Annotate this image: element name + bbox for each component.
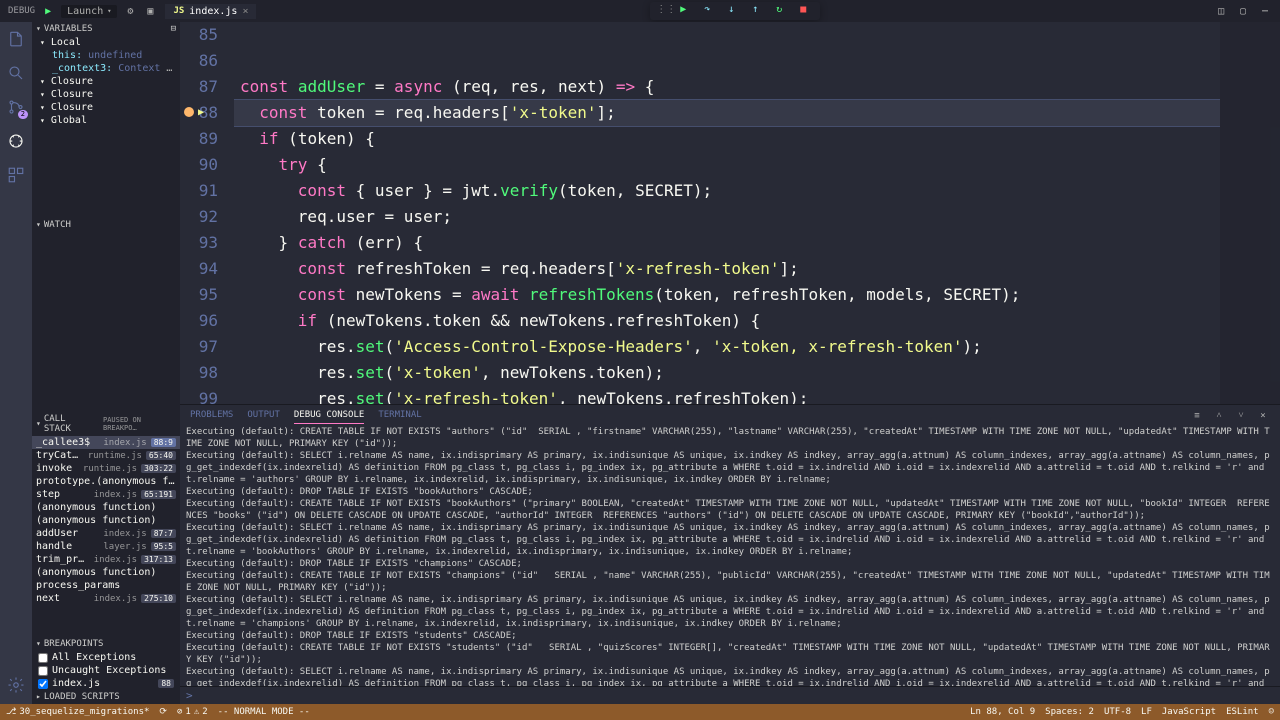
scm-badge: 2 (18, 110, 28, 119)
tab-filename: index.js (189, 6, 237, 17)
js-file-icon: JS (173, 6, 184, 16)
start-debug-icon[interactable]: ▶ (41, 4, 55, 18)
breakpoints-header[interactable]: ▾BREAKPOINTS (32, 637, 180, 651)
variable-item[interactable]: _context3: Context {tryEntri… (32, 62, 180, 75)
explorer-icon[interactable] (5, 28, 27, 50)
chevron-down-icon: ▾ (107, 7, 111, 15)
toggle-panel-icon[interactable]: ▢ (1236, 4, 1250, 18)
gear-icon[interactable]: ⚙ (123, 4, 137, 18)
indent-setting[interactable]: Spaces: 2 (1045, 707, 1094, 717)
debug-toolbar: ⋮⋮ ▶ ↷ ↓ ↑ ↻ ■ (650, 2, 820, 20)
editor-tab[interactable]: JS index.js × (165, 4, 256, 19)
breakpoint-checkbox[interactable] (38, 679, 48, 689)
more-icon[interactable]: ⋯ (1258, 4, 1272, 18)
panel-collapse-icon[interactable]: ˄ (1212, 409, 1226, 423)
callstack-frame[interactable]: handlelayer.js95:5 (32, 540, 180, 553)
eol[interactable]: LF (1141, 707, 1152, 717)
git-branch[interactable]: ⎇ 30_sequelize_migrations* (6, 707, 149, 717)
panel-filter-icon[interactable]: ≡ (1190, 409, 1204, 423)
callstack-status: PAUSED ON BREAKPO… (103, 416, 176, 432)
callstack-frame[interactable]: stepindex.js65:191 (32, 488, 180, 501)
close-tab-icon[interactable]: × (242, 6, 248, 17)
debug-label: DEBUG (8, 6, 35, 16)
breakpoint-item[interactable]: index.js88 (32, 677, 180, 690)
line-gutter[interactable]: 858687888990919293949596979899 (180, 22, 234, 404)
loaded-scripts-panel: ▸LOADED SCRIPTS (32, 690, 180, 704)
minimap[interactable] (1220, 22, 1280, 404)
debug-console-input[interactable]: > (180, 686, 1280, 704)
search-icon[interactable] (5, 62, 27, 84)
encoding[interactable]: UTF-8 (1104, 707, 1131, 717)
panel-tab[interactable]: DEBUG CONSOLE (294, 407, 364, 424)
panel-close-icon[interactable]: × (1256, 409, 1270, 423)
linter[interactable]: ESLint (1226, 707, 1259, 717)
debug-icon[interactable] (5, 130, 27, 152)
callstack-header[interactable]: ▾CALL STACKPAUSED ON BREAKPO… (32, 412, 180, 436)
status-bar: ⎇ 30_sequelize_migrations* ⟳ ⊘ 1 ⚠ 2 -- … (0, 704, 1280, 720)
continue-icon[interactable]: ▶ (680, 4, 694, 18)
feedback-icon[interactable]: ☺ (1269, 707, 1274, 717)
panel-tab[interactable]: OUTPUT (247, 407, 280, 424)
language-mode[interactable]: JavaScript (1162, 707, 1216, 717)
loaded-scripts-header[interactable]: ▸LOADED SCRIPTS (32, 690, 180, 704)
panel-tabs: PROBLEMSOUTPUTDEBUG CONSOLETERMINAL ≡ ˄ … (180, 405, 1280, 426)
drag-handle-icon[interactable]: ⋮⋮ (656, 4, 670, 18)
sync-icon[interactable]: ⟳ (159, 707, 167, 717)
breakpoints-panel: ▾BREAKPOINTS All ExceptionsUncaught Exce… (32, 637, 180, 690)
callstack-frame[interactable]: process_params (32, 579, 180, 592)
callstack-frame[interactable]: trim_prefixindex.js317:13 (32, 553, 180, 566)
step-out-icon[interactable]: ↑ (752, 4, 766, 18)
variable-scope[interactable]: ▾ Closure (32, 88, 180, 101)
cursor-position[interactable]: Ln 88, Col 9 (970, 707, 1035, 717)
panel-tab[interactable]: TERMINAL (378, 407, 421, 424)
settings-gear-icon[interactable] (5, 674, 27, 696)
breakpoint-checkbox[interactable] (38, 666, 48, 676)
variable-scope[interactable]: ▾ Global (32, 114, 180, 127)
debug-sidebar: ▾VARIABLES⊟ ▾ Localthis: undefined_conte… (32, 22, 180, 704)
panel-expand-icon[interactable]: ˅ (1234, 409, 1248, 423)
callstack-frame[interactable]: addUserindex.js87:7 (32, 527, 180, 540)
breakpoint-checkbox[interactable] (38, 653, 48, 663)
variable-item[interactable]: this: undefined (32, 49, 180, 62)
bottom-panel: PROBLEMSOUTPUTDEBUG CONSOLETERMINAL ≡ ˄ … (180, 404, 1280, 704)
variable-scope[interactable]: ▾ Closure (32, 101, 180, 114)
code-editor[interactable]: 858687888990919293949596979899 const add… (180, 22, 1280, 404)
callstack-frame[interactable]: (anonymous function) (32, 514, 180, 527)
callstack-frame[interactable]: tryCatchruntime.js65:40 (32, 449, 180, 462)
callstack-frame[interactable]: (anonymous function) (32, 501, 180, 514)
panel-tab[interactable]: PROBLEMS (190, 407, 233, 424)
console-icon[interactable]: ▣ (143, 4, 157, 18)
breakpoint-item[interactable]: All Exceptions (32, 651, 180, 664)
error-count[interactable]: ⊘ 1 ⚠ 2 (177, 707, 208, 717)
variables-header[interactable]: ▾VARIABLES⊟ (32, 22, 180, 36)
callstack-panel: ▾CALL STACKPAUSED ON BREAKPO… _callee3$i… (32, 412, 180, 637)
split-editor-icon[interactable]: ◫ (1214, 4, 1228, 18)
callstack-frame[interactable]: (anonymous function) (32, 566, 180, 579)
stop-icon[interactable]: ■ (800, 4, 814, 18)
callstack-frame[interactable]: nextindex.js275:10 (32, 592, 180, 605)
collapse-icon[interactable]: ⊟ (171, 24, 176, 34)
extensions-icon[interactable] (5, 164, 27, 186)
variable-scope[interactable]: ▾ Local (32, 36, 180, 49)
launch-config-select[interactable]: Launch ▾ (61, 5, 117, 18)
watch-header[interactable]: ▾WATCH (32, 218, 180, 232)
variable-scope[interactable]: ▾ Closure (32, 75, 180, 88)
callstack-frame[interactable]: _callee3$index.js88:9 (32, 436, 180, 449)
variables-panel: ▾VARIABLES⊟ ▾ Localthis: undefined_conte… (32, 22, 180, 218)
code-content[interactable]: const addUser = async (req, res, next) =… (234, 22, 1220, 404)
debug-console-output[interactable]: Executing (default): CREATE TABLE IF NOT… (180, 426, 1280, 686)
callstack-frame[interactable]: invokeruntime.js303:22 (32, 462, 180, 475)
vim-mode: -- NORMAL MODE -- (218, 707, 310, 717)
activity-bar: 2 (0, 22, 32, 704)
breakpoint-item[interactable]: Uncaught Exceptions (32, 664, 180, 677)
restart-icon[interactable]: ↻ (776, 4, 790, 18)
step-into-icon[interactable]: ↓ (728, 4, 742, 18)
watch-panel: ▾WATCH (32, 218, 180, 412)
callstack-frame[interactable]: prototype.(anonymous functi… (32, 475, 180, 488)
launch-config-label: Launch (67, 6, 103, 17)
title-bar: DEBUG ▶ Launch ▾ ⚙ ▣ JS index.js × ⋮⋮ ▶ … (0, 0, 1280, 22)
source-control-icon[interactable]: 2 (5, 96, 27, 118)
step-over-icon[interactable]: ↷ (704, 4, 718, 18)
